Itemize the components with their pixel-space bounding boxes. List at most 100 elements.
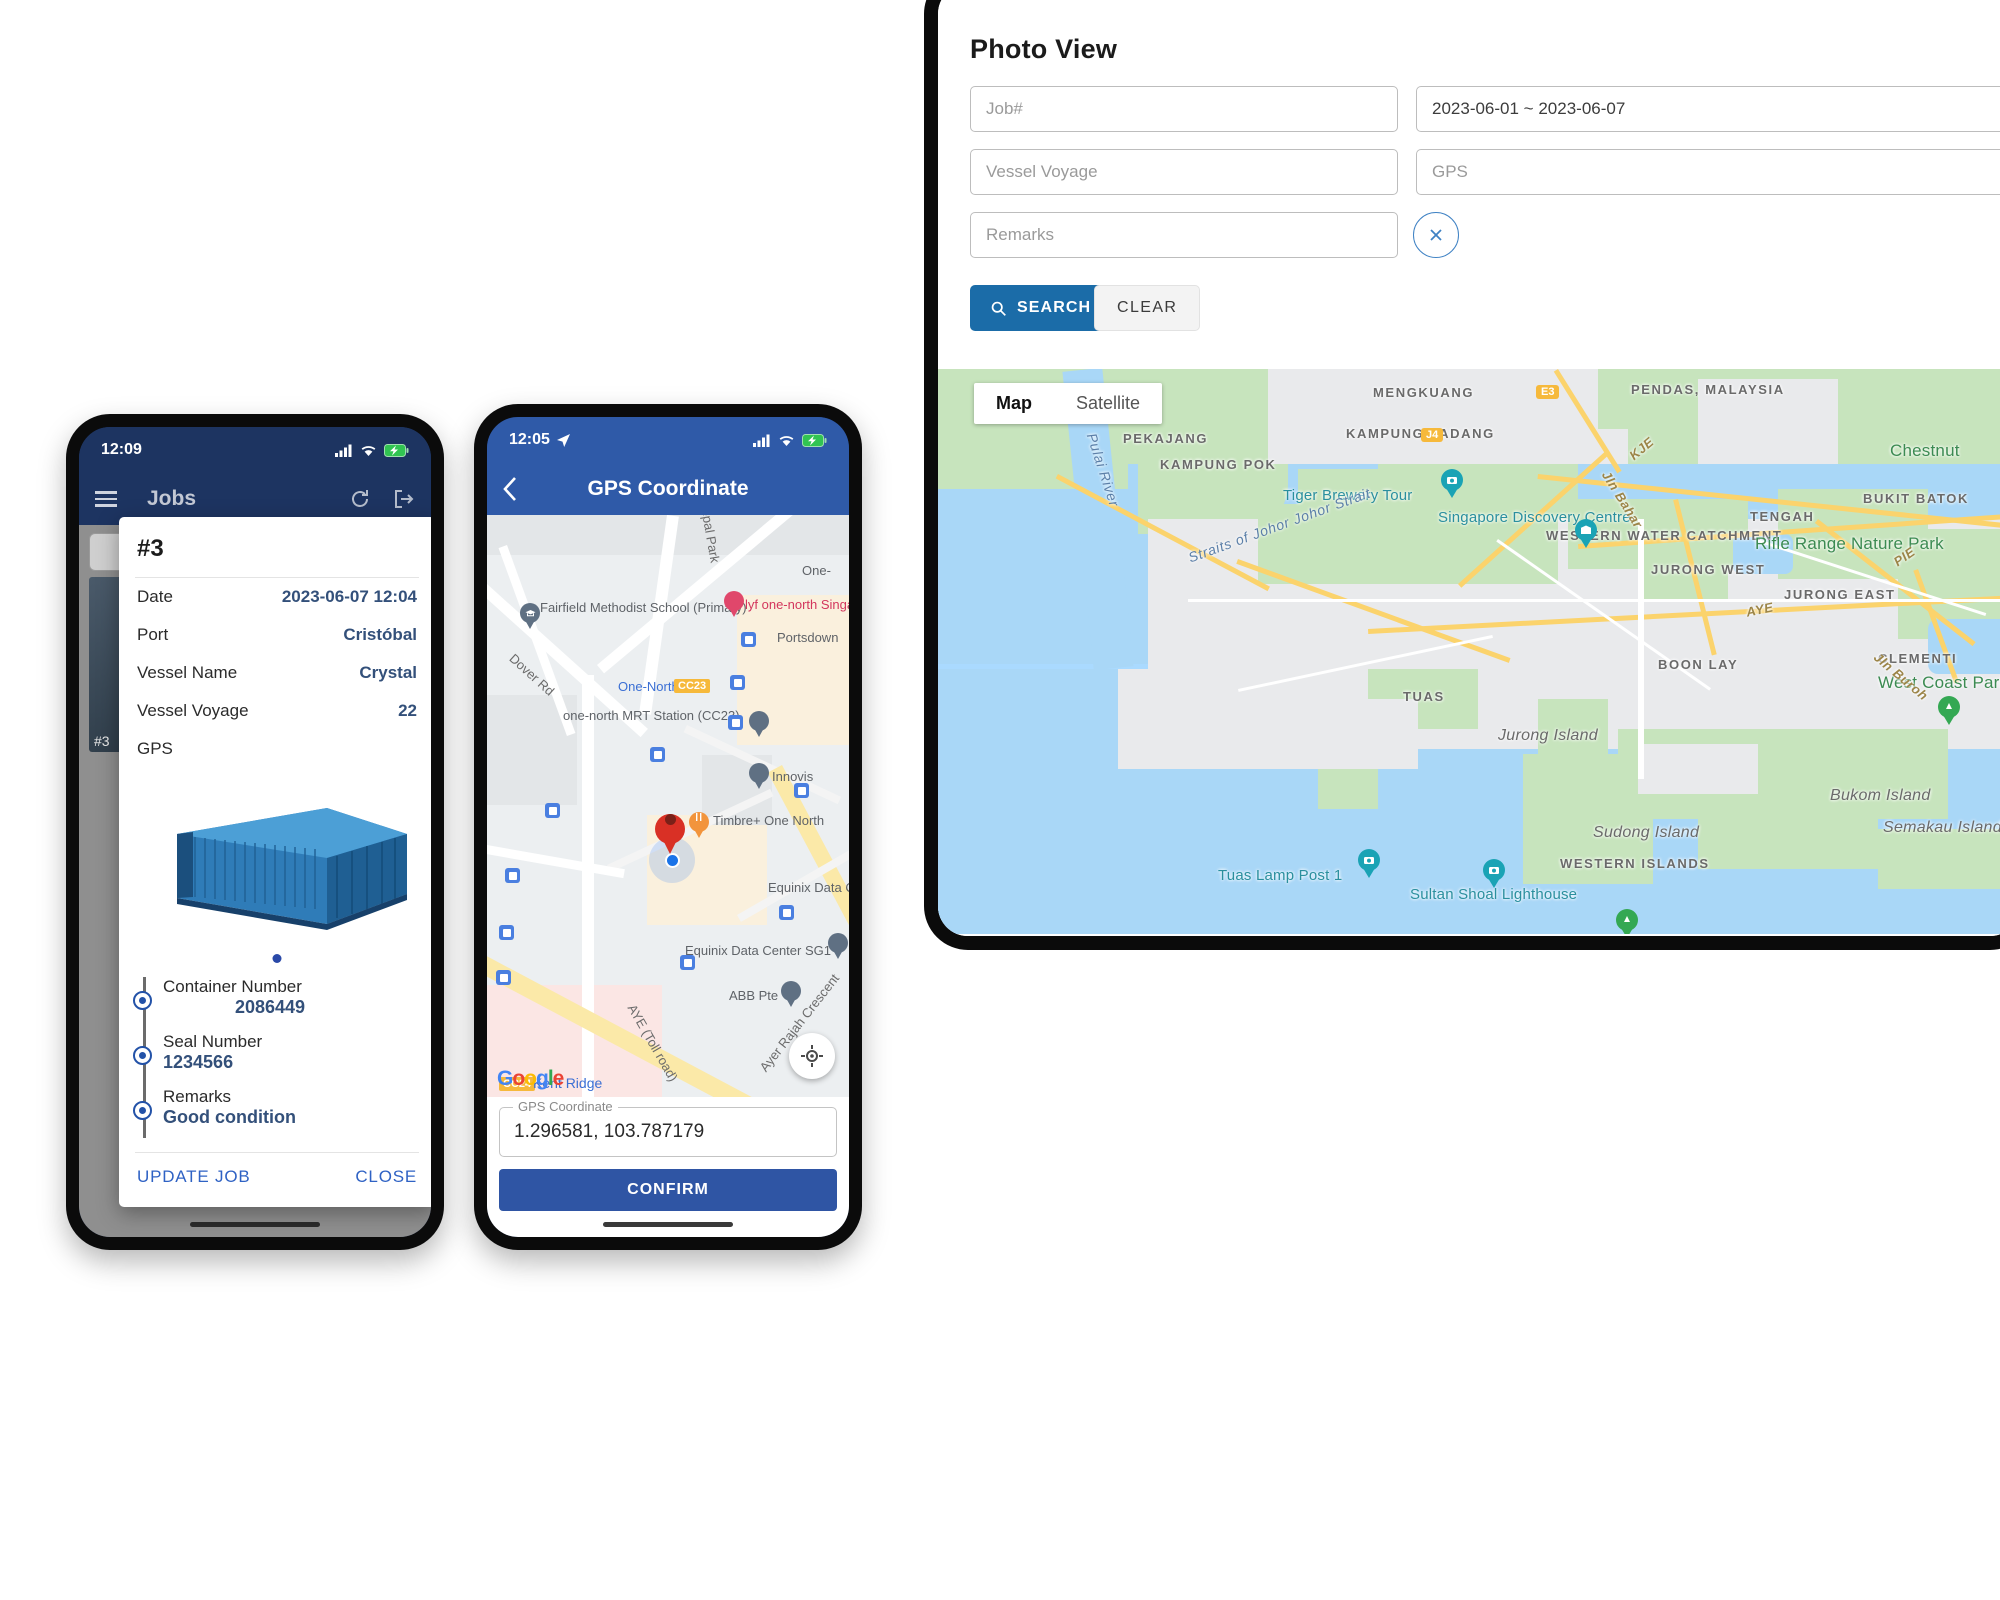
clear-button[interactable]: CLEAR <box>1094 285 1201 331</box>
bus-stop-icon[interactable] <box>779 905 794 920</box>
timeline-item-seal-number: Seal Number 1234566 <box>133 1032 417 1073</box>
map-type-switcher[interactable]: Map Satellite <box>974 383 1163 424</box>
mrt-pin-icon[interactable] <box>749 711 769 738</box>
dialog-actions: UPDATE JOB CLOSE <box>119 1153 431 1203</box>
bus-stop-icon[interactable] <box>730 675 745 690</box>
search-button[interactable]: SEARCH <box>970 285 1112 331</box>
phone-jobs-screen: 12:09 Jobs #3 #3 Date 2023-06-07 12:04 P… <box>66 414 444 1250</box>
bus-stop-icon[interactable] <box>505 868 520 883</box>
wifi-icon <box>779 435 794 446</box>
confirm-button-label: CONFIRM <box>627 1181 709 1198</box>
location-arrow-icon <box>556 433 570 447</box>
shipping-container-image <box>177 808 407 930</box>
gps-input[interactable]: GPS <box>1416 149 2000 195</box>
bus-stop-icon[interactable] <box>499 925 514 940</box>
gps-coordinate-value: 1.296581, 103.787179 <box>514 1121 705 1142</box>
map-label-jurong-east: JURONG EAST <box>1784 587 1896 602</box>
camera-pin-icon-sultan[interactable] <box>1483 859 1505 889</box>
detail-value: 2023-06-07 12:04 <box>281 587 417 606</box>
datacenter-pin-icon[interactable] <box>828 933 848 960</box>
my-location-button[interactable] <box>789 1033 835 1079</box>
battery-charging-icon <box>802 433 827 447</box>
carousel-dot-indicator <box>272 954 282 963</box>
park-pin-icon[interactable] <box>1938 696 1960 726</box>
logout-icon[interactable] <box>393 488 415 510</box>
map-tab-satellite[interactable]: Satellite <box>1054 383 1162 424</box>
timeline-value: 2086449 <box>234 997 306 1017</box>
container-photo[interactable] <box>119 776 431 971</box>
map-shield-j4: J4 <box>1421 428 1444 442</box>
map-label-abb: ABB Pte <box>729 988 779 1003</box>
job-detail-dialog: #3 Date 2023-06-07 12:04 Port Cristóbal … <box>119 517 431 1207</box>
timeline-node-icon <box>133 1046 152 1065</box>
abb-pin-icon[interactable] <box>781 981 801 1008</box>
vessel-voyage-input[interactable]: Vessel Voyage <box>970 149 1398 195</box>
wifi-icon <box>361 445 376 456</box>
map-label-portsdown: Portsdown <box>777 630 839 645</box>
clear-button-label: CLEAR <box>1117 299 1178 316</box>
map-label-pekajang: PEKAJANG <box>1123 431 1209 446</box>
date-range-input[interactable]: 2023-06-01 ~ 2023-06-07 <box>1416 86 2000 132</box>
school-pin-icon[interactable] <box>520 603 540 630</box>
map-label-bukit-batok: BUKIT BATOK <box>1863 491 1969 506</box>
confirm-button[interactable]: CONFIRM <box>499 1169 837 1211</box>
refresh-icon[interactable] <box>349 488 371 510</box>
restaurant-pin-icon[interactable] <box>689 807 709 838</box>
close-dialog-button[interactable]: CLOSE <box>355 1167 417 1187</box>
museum-pin-icon[interactable] <box>1575 519 1597 549</box>
gps-field-legend: GPS Coordinate <box>513 1099 618 1114</box>
map-label-western-islands: WESTERN ISLANDS <box>1560 856 1710 871</box>
gps-confirm-panel: GPS Coordinate 1.296581, 103.787179 CONF… <box>487 1097 849 1237</box>
selected-location-marker[interactable] <box>655 805 685 854</box>
map-label-equinix-sg1: Equinix Data Center SG1 <box>685 943 831 958</box>
map-label-sudong-island: Sudong Island <box>1593 824 1700 841</box>
camera-pin-icon-tuas[interactable] <box>1358 849 1380 879</box>
back-chevron-icon[interactable] <box>503 476 519 502</box>
lyf-pin-icon[interactable] <box>724 591 744 618</box>
photo-view-window: Photo View Job# 2023-06-01 ~ 2023-06-07 … <box>924 0 2000 950</box>
detail-row-vessel-name: Vessel Name Crystal <box>119 654 431 692</box>
camera-pin-icon[interactable] <box>1441 469 1463 499</box>
map-label-one-north-mrt: one-north MRT Station (CC23) <box>563 708 740 723</box>
map-label-rifle-range-nature-park: Rifle Range Nature Park <box>1755 534 1944 553</box>
bus-stop-icon[interactable] <box>545 803 560 818</box>
timeline-node-icon <box>133 1101 152 1120</box>
map-label-one: One- <box>802 563 831 578</box>
gps-picker-map[interactable]: Fairfield Methodist School (Primary) Dov… <box>487 515 849 1097</box>
bus-stop-icon[interactable] <box>680 955 695 970</box>
timeline-value: 1234566 <box>163 1052 234 1072</box>
home-indicator <box>190 1222 320 1227</box>
map-label-fairfield-school: Fairfield Methodist School (Primary) <box>540 600 747 615</box>
update-job-button[interactable]: UPDATE JOB <box>137 1167 250 1187</box>
map-tab-map[interactable]: Map <box>974 383 1054 424</box>
map-label-jurong-island: Jurong Island <box>1498 727 1598 744</box>
job-number-input[interactable]: Job# <box>970 86 1398 132</box>
timeline-label: Container Number <box>163 977 302 996</box>
dialog-title: #3 <box>137 535 164 562</box>
remarks-input[interactable]: Remarks <box>970 212 1398 258</box>
map-label-pendas-malaysia: PENDAS, MALAYSIA <box>1631 382 1785 397</box>
map-label-lyf-one-north: lyf one-north Singapore <box>745 597 849 612</box>
gps-coordinate-field[interactable]: GPS Coordinate 1.296581, 103.787179 <box>499 1099 837 1157</box>
innovis-pin-icon[interactable] <box>749 763 769 790</box>
bus-stop-icon[interactable] <box>728 715 743 730</box>
battery-charging-icon <box>384 443 409 457</box>
status-icons <box>335 443 409 457</box>
close-icon-button[interactable] <box>1413 212 1459 258</box>
map-label-timbre: Timbre+ One North <box>713 813 825 828</box>
overview-map[interactable]: Map Satellite MENGKUANG PENDAS, MALAYSIA… <box>938 369 2000 934</box>
job-photo-caption: #3 <box>94 733 110 749</box>
status-time: 12:09 <box>101 441 142 458</box>
bus-stop-icon[interactable] <box>496 970 511 985</box>
map-label-boon-lay: BOON LAY <box>1658 657 1739 672</box>
bus-stop-icon[interactable] <box>794 783 809 798</box>
phone-gps-screen: 12:05 GPS Coordinate Fairfield Methodist… <box>474 404 862 1250</box>
menu-icon[interactable] <box>95 491 117 507</box>
map-badge-cc23: CC23 <box>674 679 711 693</box>
park-pin-icon-south[interactable] <box>1616 909 1638 934</box>
timeline-node-icon <box>133 991 152 1010</box>
google-logo: Google <box>497 1067 564 1090</box>
map-label-equinix-dc: Equinix Data Center <box>768 880 849 895</box>
bus-stop-icon[interactable] <box>650 747 665 762</box>
bus-stop-icon[interactable] <box>741 632 756 647</box>
